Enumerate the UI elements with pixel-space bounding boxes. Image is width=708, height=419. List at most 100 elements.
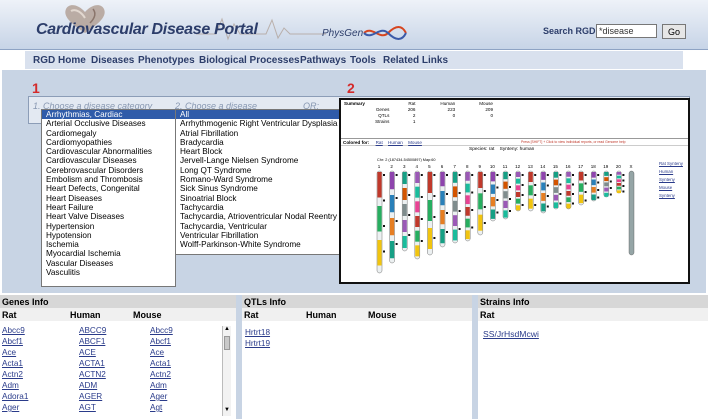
synteny-block[interactable] xyxy=(566,191,571,196)
synteny-block[interactable] xyxy=(579,194,584,204)
gene-marker[interactable] xyxy=(420,174,423,176)
chromosome-14[interactable]: 14 xyxy=(540,164,549,214)
disease-option[interactable]: All xyxy=(176,110,341,120)
gene-marker[interactable] xyxy=(458,210,461,212)
synteny-block[interactable] xyxy=(415,186,420,198)
disease-option[interactable]: Ventricular Fibrillation xyxy=(176,231,341,240)
synteny-block[interactable] xyxy=(541,172,546,180)
synteny-block[interactable] xyxy=(616,175,621,179)
gene-marker[interactable] xyxy=(534,194,537,196)
synteny-block[interactable] xyxy=(541,182,546,191)
chromosome-7[interactable]: 7 xyxy=(452,164,461,244)
gene-marker[interactable] xyxy=(534,184,537,186)
synteny-block[interactable] xyxy=(465,218,470,228)
synteny-block[interactable] xyxy=(553,194,558,201)
physgen-logo[interactable]: PhysGen xyxy=(322,28,363,39)
gene-marker[interactable] xyxy=(546,174,549,176)
synteny-block[interactable] xyxy=(566,197,571,203)
human-gene-link[interactable]: ACTA1 xyxy=(79,359,105,368)
synteny-block[interactable] xyxy=(478,214,483,231)
gene-marker[interactable] xyxy=(420,196,423,198)
synteny-block[interactable] xyxy=(415,172,420,183)
search-input[interactable] xyxy=(596,24,657,38)
synteny-block[interactable] xyxy=(377,240,382,266)
chromosome-16[interactable]: 16 xyxy=(565,164,574,210)
synteny-block[interactable] xyxy=(453,200,458,212)
category-option[interactable]: Myocardial Ischemia xyxy=(42,249,175,258)
rat-synteny-link[interactable]: Rat Synteny xyxy=(659,160,688,168)
mouse-synteny-link[interactable]: Mouse Synteny xyxy=(659,184,688,200)
gene-marker[interactable] xyxy=(509,174,511,176)
rat-gene-link[interactable]: Adora1 xyxy=(2,392,28,401)
gene-marker[interactable] xyxy=(622,174,625,176)
mouse-gene-link[interactable]: Adm xyxy=(150,381,167,390)
gene-marker[interactable] xyxy=(395,197,398,199)
category-option[interactable]: Arrhythmias, Cardiac xyxy=(42,110,175,120)
synteny-block[interactable] xyxy=(440,172,445,187)
disease-option[interactable]: Tachycardia, Atrioventricular Nodal Reen… xyxy=(176,212,341,221)
chromosome-5[interactable]: 5 xyxy=(427,164,436,256)
gene-marker[interactable] xyxy=(458,192,461,194)
gene-marker[interactable] xyxy=(383,174,385,176)
synteny-block[interactable] xyxy=(579,172,584,181)
category-option[interactable]: Embolism and Thrombosis xyxy=(42,175,175,184)
synteny-block[interactable] xyxy=(453,186,458,198)
mouse-gene-link[interactable]: Abcf1 xyxy=(150,337,171,346)
gene-marker[interactable] xyxy=(496,174,499,176)
synteny-block[interactable] xyxy=(553,187,558,193)
gene-marker[interactable] xyxy=(597,189,600,191)
synteny-block[interactable] xyxy=(503,191,508,199)
synteny-block[interactable] xyxy=(402,236,407,248)
gene-marker[interactable] xyxy=(572,174,574,176)
viewer-tab-human[interactable]: Human xyxy=(388,140,403,145)
chromosome-15[interactable]: 15 xyxy=(553,164,562,210)
synteny-block[interactable] xyxy=(516,172,521,177)
gene-marker[interactable] xyxy=(446,193,448,195)
rat-gene-link[interactable]: Actn2 xyxy=(2,370,23,379)
disease-option[interactable]: Wolff-Parkinson-White Syndrome xyxy=(176,240,341,249)
gene-marker[interactable] xyxy=(584,182,587,185)
synteny-block[interactable] xyxy=(490,172,495,182)
gene-marker[interactable] xyxy=(597,181,600,184)
gene-marker[interactable] xyxy=(483,206,486,208)
synteny-block[interactable] xyxy=(465,207,470,216)
human-gene-link[interactable]: ACE xyxy=(79,348,96,357)
synteny-block[interactable] xyxy=(415,245,420,257)
synteny-block[interactable] xyxy=(616,172,621,175)
gene-marker[interactable] xyxy=(496,199,499,201)
synteny-block[interactable] xyxy=(541,193,546,201)
synteny-block[interactable] xyxy=(604,172,609,176)
synteny-block[interactable] xyxy=(390,241,395,259)
summary-value[interactable] xyxy=(458,118,496,124)
disease-option[interactable]: Atrial Fibrillation xyxy=(176,129,341,138)
chromosome-17[interactable]: 17 xyxy=(578,164,587,206)
disease-option[interactable]: Long QT Syndrome xyxy=(176,166,341,175)
gene-marker[interactable] xyxy=(622,190,625,193)
gene-marker[interactable] xyxy=(433,174,436,176)
gene-marker[interactable] xyxy=(471,226,474,229)
human-gene-link[interactable]: ABCC9 xyxy=(79,326,106,335)
category-option[interactable]: Vasculitis xyxy=(42,268,175,277)
disease-option[interactable]: Tachycardia xyxy=(176,203,341,212)
disease-option[interactable]: Bradycardia xyxy=(176,138,341,147)
category-option[interactable]: Cardiovascular Abnormalities xyxy=(42,147,175,156)
gene-marker[interactable] xyxy=(471,191,474,194)
chromosome-10[interactable]: 10 xyxy=(490,164,499,222)
synteny-block[interactable] xyxy=(591,194,596,201)
gene-marker[interactable] xyxy=(609,187,612,189)
gene-marker[interactable] xyxy=(483,190,486,192)
viewer-tab-rat[interactable]: Rat xyxy=(376,140,383,145)
gene-marker[interactable] xyxy=(559,183,562,186)
gene-marker[interactable] xyxy=(408,174,411,176)
synteny-block[interactable] xyxy=(453,215,458,226)
nav-tools[interactable]: Tools xyxy=(350,55,376,66)
synteny-block[interactable] xyxy=(465,183,470,193)
category-option[interactable]: Hypertension xyxy=(42,222,175,231)
synteny-block[interactable] xyxy=(566,178,571,184)
gene-marker[interactable] xyxy=(622,179,625,182)
gene-marker[interactable] xyxy=(609,193,612,196)
gene-marker[interactable] xyxy=(546,205,549,208)
category-option[interactable]: Heart Valve Diseases xyxy=(42,212,175,221)
synteny-block[interactable] xyxy=(490,209,495,219)
rat-gene-link[interactable]: Ager xyxy=(2,403,19,412)
